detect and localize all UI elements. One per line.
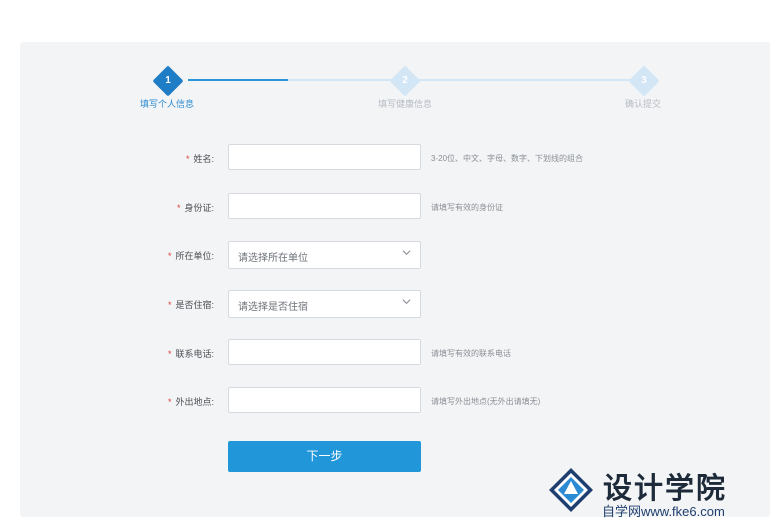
id-card-label: * 身份证:: [176, 203, 214, 213]
required-mark: *: [167, 349, 172, 359]
unit-select[interactable]: 请选择所在单位: [228, 241, 421, 269]
chevron-down-icon: [402, 250, 411, 256]
name-input[interactable]: [228, 144, 421, 170]
outing-label: * 外出地点:: [167, 397, 214, 407]
step-line-2: [416, 79, 634, 81]
step-progress-line: [188, 79, 288, 81]
diamond-logo-icon: [549, 468, 593, 512]
watermark: 设计学院 自学网www.fke6.com: [548, 463, 770, 519]
id-card-input[interactable]: [228, 193, 421, 219]
name-label: * 姓名:: [185, 154, 214, 164]
step-2-number: 2: [402, 75, 408, 86]
step-3-label: 确认提交: [625, 99, 662, 109]
step-3-number: 3: [641, 75, 647, 86]
phone-input[interactable]: [228, 339, 421, 365]
watermark-url: 自学网www.fke6.com: [602, 504, 725, 519]
step-line-1: [288, 79, 396, 81]
outing-hint: 请填写外出地点(无外出请填无): [431, 397, 541, 406]
phone-label: * 联系电话:: [167, 349, 214, 359]
unit-label: * 所在单位:: [167, 251, 214, 261]
residence-select-value: 请选择是否住宿: [238, 302, 308, 313]
id-card-hint: 请填写有效的身份证: [431, 203, 503, 212]
required-mark: *: [167, 300, 172, 310]
phone-hint: 请填写有效的联系电话: [431, 349, 511, 358]
required-mark: *: [167, 397, 172, 407]
next-button[interactable]: 下一步: [228, 441, 421, 472]
unit-select-value: 请选择所在单位: [238, 253, 308, 264]
step-2-label: 填写健康信息: [378, 99, 433, 109]
required-mark: *: [185, 154, 190, 164]
required-mark: *: [167, 251, 172, 261]
residence-select[interactable]: 请选择是否住宿: [228, 290, 421, 318]
name-hint: 3-20位、中文、字母、数字、下划线的组合: [431, 154, 584, 163]
step-1-label: 填写个人信息: [140, 99, 195, 109]
residence-label: * 是否住宿:: [167, 300, 214, 310]
outing-input[interactable]: [228, 387, 421, 413]
chevron-down-icon: [402, 299, 411, 305]
required-mark: *: [176, 203, 181, 213]
step-1-number: 1: [165, 75, 171, 86]
